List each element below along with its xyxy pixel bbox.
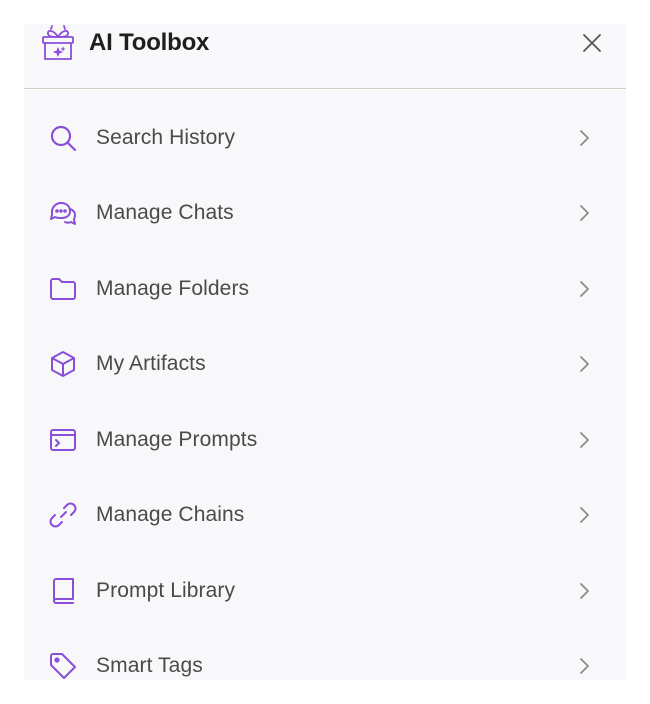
book-icon xyxy=(48,576,78,606)
menu-item-label: Manage Folders xyxy=(96,277,250,300)
menu-item-label: Search History xyxy=(96,126,236,149)
menu-item-label: My Artifacts xyxy=(96,352,206,375)
chevron-right-icon xyxy=(574,354,594,374)
menu-item-manage-prompts[interactable]: Manage Prompts xyxy=(24,401,626,476)
chevron-right-icon xyxy=(574,656,594,676)
menu-item-search-history[interactable]: Search History xyxy=(24,99,626,174)
menu-item-manage-chains[interactable]: Manage Chains xyxy=(24,476,626,551)
menu-item-manage-chats[interactable]: Manage Chats xyxy=(24,174,626,249)
menu-item-label: Manage Chains xyxy=(96,503,245,526)
menu-item-label: Manage Prompts xyxy=(96,428,258,451)
tag-icon xyxy=(48,651,78,680)
terminal-window-icon xyxy=(48,425,78,455)
menu-item-label: Manage Chats xyxy=(96,201,234,224)
menu-item-my-artifacts[interactable]: My Artifacts xyxy=(24,325,626,400)
link-icon xyxy=(48,500,78,530)
close-icon[interactable] xyxy=(580,31,604,55)
cube-icon xyxy=(48,349,78,379)
chevron-right-icon xyxy=(574,581,594,601)
menu-item-prompt-library[interactable]: Prompt Library xyxy=(24,552,626,627)
chevron-right-icon xyxy=(574,505,594,525)
chevron-right-icon xyxy=(574,203,594,223)
chevron-right-icon xyxy=(574,430,594,450)
menu-item-smart-tags[interactable]: Smart Tags xyxy=(24,627,626,680)
gift-box-icon xyxy=(40,24,76,62)
chevron-right-icon xyxy=(574,279,594,299)
chevron-right-icon xyxy=(574,128,594,148)
menu-item-manage-folders[interactable]: Manage Folders xyxy=(24,250,626,325)
menu-item-label: Prompt Library xyxy=(96,579,236,602)
panel-header: AI Toolbox xyxy=(24,24,626,89)
folder-icon xyxy=(48,274,78,304)
ai-toolbox-panel: AI Toolbox Search History Manage Chats M… xyxy=(24,24,626,680)
panel-title: AI Toolbox xyxy=(89,29,210,56)
menu-item-label: Smart Tags xyxy=(96,654,203,677)
chat-bubbles-icon xyxy=(48,198,78,228)
search-icon xyxy=(48,123,78,153)
